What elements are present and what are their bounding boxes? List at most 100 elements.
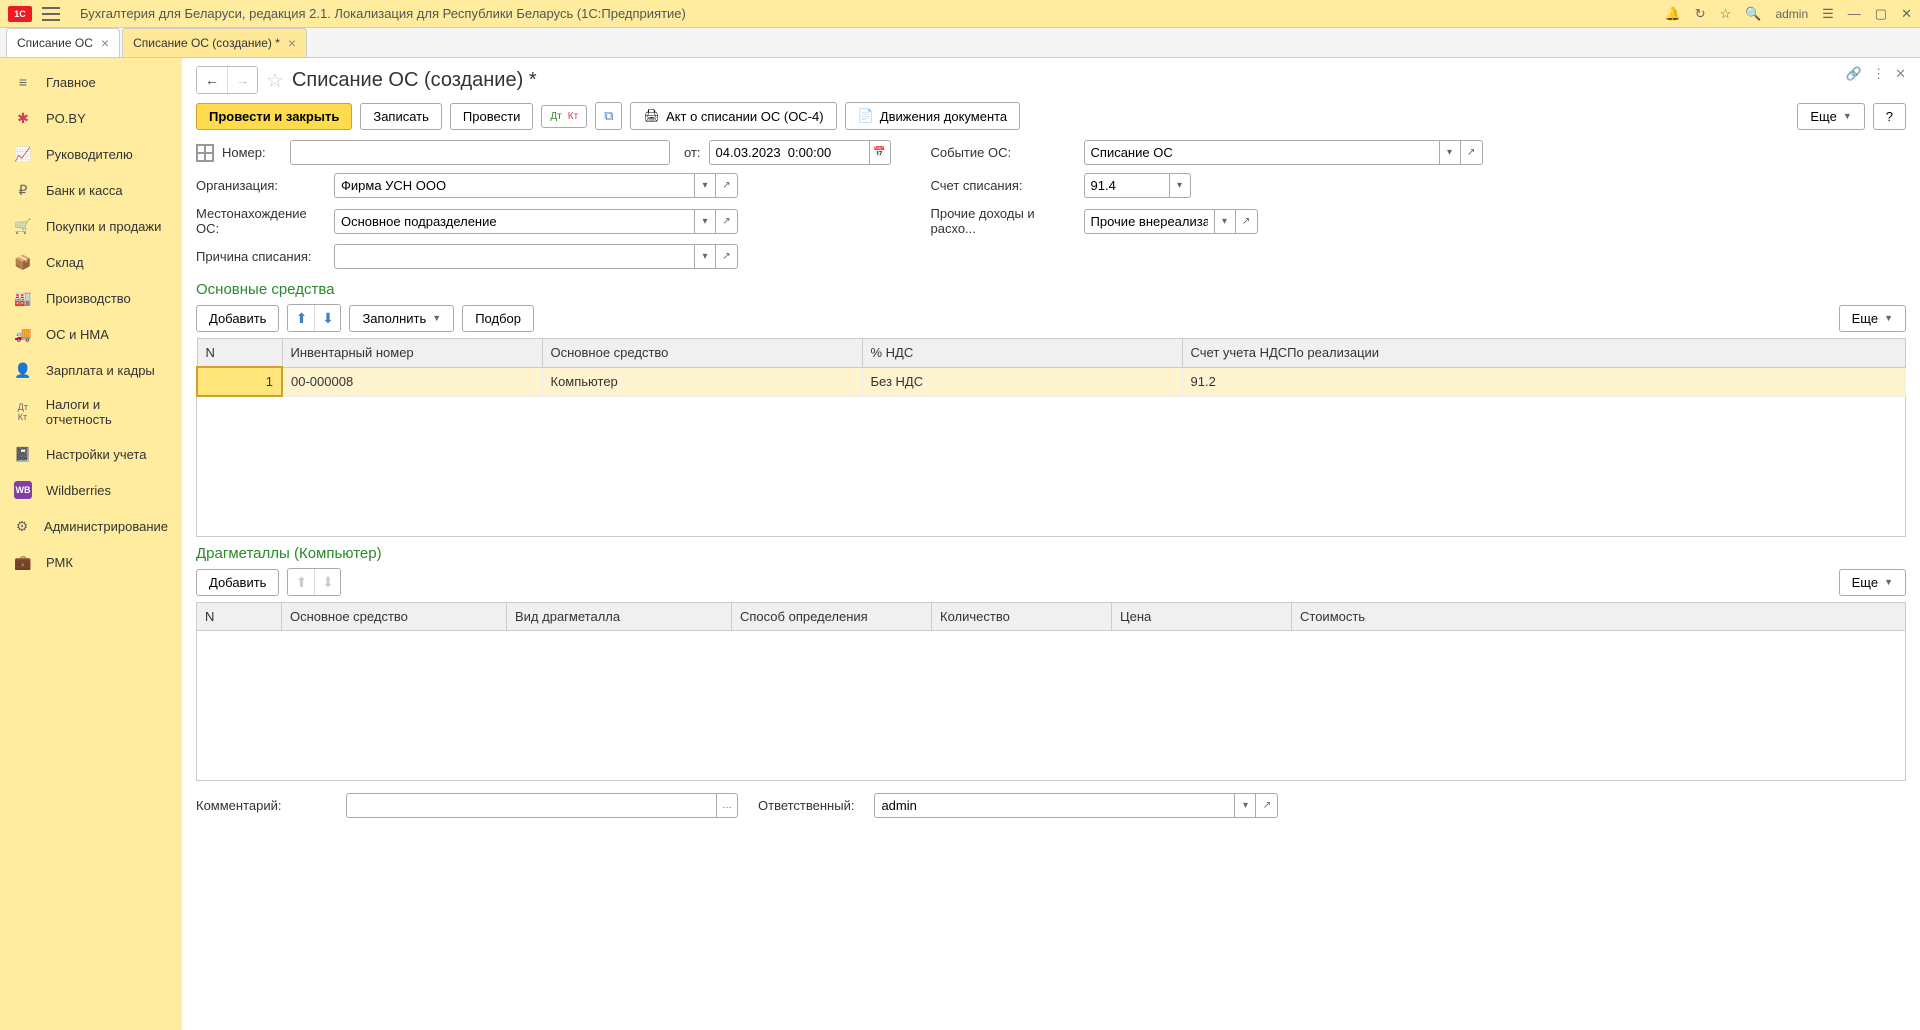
col-qty[interactable]: Количество xyxy=(932,603,1112,631)
close-icon[interactable]: × xyxy=(288,35,296,51)
location-input[interactable] xyxy=(334,209,694,234)
kebab-icon[interactable]: ⋮ xyxy=(1872,66,1885,82)
move-down-button[interactable]: ⬇ xyxy=(314,305,340,331)
factory-icon: 🏭 xyxy=(14,289,32,307)
grid-icon[interactable] xyxy=(196,144,214,162)
pick-button[interactable]: Подбор xyxy=(462,305,534,332)
table-row[interactable]: 1 00-000008 Компьютер Без НДС 91.2 xyxy=(197,367,1906,396)
sidebar-item-main[interactable]: ≡Главное xyxy=(0,64,182,100)
open-icon[interactable]: ↗ xyxy=(1461,140,1483,165)
favorite-icon[interactable]: ☆ xyxy=(1720,6,1732,22)
comment-input[interactable] xyxy=(346,793,716,818)
star-icon[interactable]: ☆ xyxy=(266,68,284,93)
col-cost[interactable]: Стоимость xyxy=(1292,603,1906,631)
chevron-down-icon[interactable]: ▾ xyxy=(1169,173,1191,198)
tab-item[interactable]: Списание ОС (создание) * × xyxy=(122,28,307,57)
nav-back-button[interactable]: ← xyxy=(197,67,227,93)
sidebar-item-rmk[interactable]: 💼РМК xyxy=(0,544,182,580)
sidebar-item-production[interactable]: 🏭Производство xyxy=(0,280,182,316)
calendar-icon[interactable]: 📅 xyxy=(869,140,891,165)
ellipsis-icon[interactable]: … xyxy=(716,793,738,818)
movements-button[interactable]: Движения документа xyxy=(845,102,1021,130)
close-window-icon[interactable]: ✕ xyxy=(1901,6,1912,22)
maximize-icon[interactable]: ▢ xyxy=(1875,6,1887,22)
close-icon[interactable]: × xyxy=(101,35,109,51)
cell-name[interactable]: Компьютер xyxy=(542,367,862,396)
chevron-down-icon[interactable]: ▾ xyxy=(694,173,716,198)
add-metal-button[interactable]: Добавить xyxy=(196,569,279,596)
help-button[interactable]: ? xyxy=(1873,103,1906,130)
chevron-down-icon[interactable]: ▾ xyxy=(1234,793,1256,818)
col-vat[interactable]: % НДС xyxy=(862,339,1182,368)
cell-vat[interactable]: Без НДС xyxy=(862,367,1182,396)
other-income-input[interactable] xyxy=(1084,209,1214,234)
link-icon[interactable]: 🔗 xyxy=(1846,66,1862,82)
sidebar-item-poby[interactable]: ✱PO.BY xyxy=(0,100,182,136)
tab-label: Списание ОС (создание) * xyxy=(133,36,280,50)
bell-icon[interactable]: 🔔 xyxy=(1665,6,1681,22)
sidebar-item-bank[interactable]: ₽Банк и касса xyxy=(0,172,182,208)
chevron-down-icon[interactable]: ▾ xyxy=(694,244,716,269)
sidebar-item-assets[interactable]: 🚚ОС и НМА xyxy=(0,316,182,352)
sidebar-item-sales[interactable]: 🛒Покупки и продажи xyxy=(0,208,182,244)
open-icon[interactable]: ↗ xyxy=(716,173,738,198)
settings-lines-icon[interactable]: ☰ xyxy=(1822,6,1834,22)
search-icon[interactable]: 🔍 xyxy=(1745,6,1761,22)
chevron-down-icon: ▼ xyxy=(1884,313,1893,323)
metals-grid-body[interactable] xyxy=(196,631,1906,781)
org-input[interactable] xyxy=(334,173,694,198)
col-name[interactable]: Основное средство xyxy=(542,339,862,368)
open-icon[interactable]: ↗ xyxy=(716,209,738,234)
structure-button[interactable]: ⧉ xyxy=(595,102,622,130)
fill-button[interactable]: Заполнить▼ xyxy=(349,305,454,332)
sidebar-item-settings[interactable]: 📓Настройки учета xyxy=(0,436,182,472)
writeoff-acct-input[interactable] xyxy=(1084,173,1169,198)
sidebar-item-wildberries[interactable]: WBWildberries xyxy=(0,472,182,508)
close-page-icon[interactable]: ✕ xyxy=(1895,66,1906,82)
sidebar-item-salary[interactable]: 👤Зарплата и кадры xyxy=(0,352,182,388)
user-label[interactable]: admin xyxy=(1775,7,1808,21)
chevron-down-icon[interactable]: ▾ xyxy=(694,209,716,234)
metals-more-button[interactable]: Еще▼ xyxy=(1839,569,1906,596)
dtkt-button[interactable]: ДтКт xyxy=(541,105,587,128)
tab-item[interactable]: Списание ОС × xyxy=(6,28,120,57)
minimize-icon[interactable]: — xyxy=(1848,6,1861,21)
col-kind[interactable]: Вид драгметалла xyxy=(507,603,732,631)
main-menu-icon[interactable] xyxy=(42,7,60,21)
post-and-close-button[interactable]: Провести и закрыть xyxy=(196,103,352,130)
os-more-button[interactable]: Еще▼ xyxy=(1839,305,1906,332)
col-n[interactable]: N xyxy=(197,339,282,368)
add-os-button[interactable]: Добавить xyxy=(196,305,279,332)
nav-forward-button[interactable]: → xyxy=(227,67,257,93)
sidebar-item-tax[interactable]: ДтКтНалоги и отчетность xyxy=(0,388,182,436)
col-price[interactable]: Цена xyxy=(1112,603,1292,631)
open-icon[interactable]: ↗ xyxy=(1256,793,1278,818)
chevron-down-icon[interactable]: ▾ xyxy=(1214,209,1236,234)
print-act-button[interactable]: Акт о списании ОС (ОС-4) xyxy=(630,102,836,130)
cell-n[interactable]: 1 xyxy=(197,367,282,396)
history-icon[interactable]: ↻ xyxy=(1695,6,1706,22)
col-inv[interactable]: Инвентарный номер xyxy=(282,339,542,368)
col-n[interactable]: N xyxy=(197,603,282,631)
sidebar-item-admin[interactable]: ⚙Администрирование xyxy=(0,508,182,544)
sidebar-item-warehouse[interactable]: 📦Склад xyxy=(0,244,182,280)
sidebar-item-manager[interactable]: 📈Руководителю xyxy=(0,136,182,172)
open-icon[interactable]: ↗ xyxy=(1236,209,1258,234)
chevron-down-icon[interactable]: ▾ xyxy=(1439,140,1461,165)
col-os[interactable]: Основное средство xyxy=(282,603,507,631)
os-grid-body[interactable] xyxy=(196,397,1906,537)
record-button[interactable]: Записать xyxy=(360,103,442,130)
event-input[interactable] xyxy=(1084,140,1439,165)
post-button[interactable]: Провести xyxy=(450,103,534,130)
cell-inv[interactable]: 00-000008 xyxy=(282,367,542,396)
responsible-input[interactable] xyxy=(874,793,1234,818)
cell-acct[interactable]: 91.2 xyxy=(1182,367,1906,396)
reason-input[interactable] xyxy=(334,244,694,269)
col-method[interactable]: Способ определения xyxy=(732,603,932,631)
move-up-button[interactable]: ⬆ xyxy=(288,305,314,331)
date-input[interactable] xyxy=(709,140,869,165)
open-icon[interactable]: ↗ xyxy=(716,244,738,269)
col-acct[interactable]: Счет учета НДСПо реализации xyxy=(1182,339,1906,368)
more-button[interactable]: Еще▼ xyxy=(1797,103,1864,130)
number-input[interactable] xyxy=(290,140,670,165)
